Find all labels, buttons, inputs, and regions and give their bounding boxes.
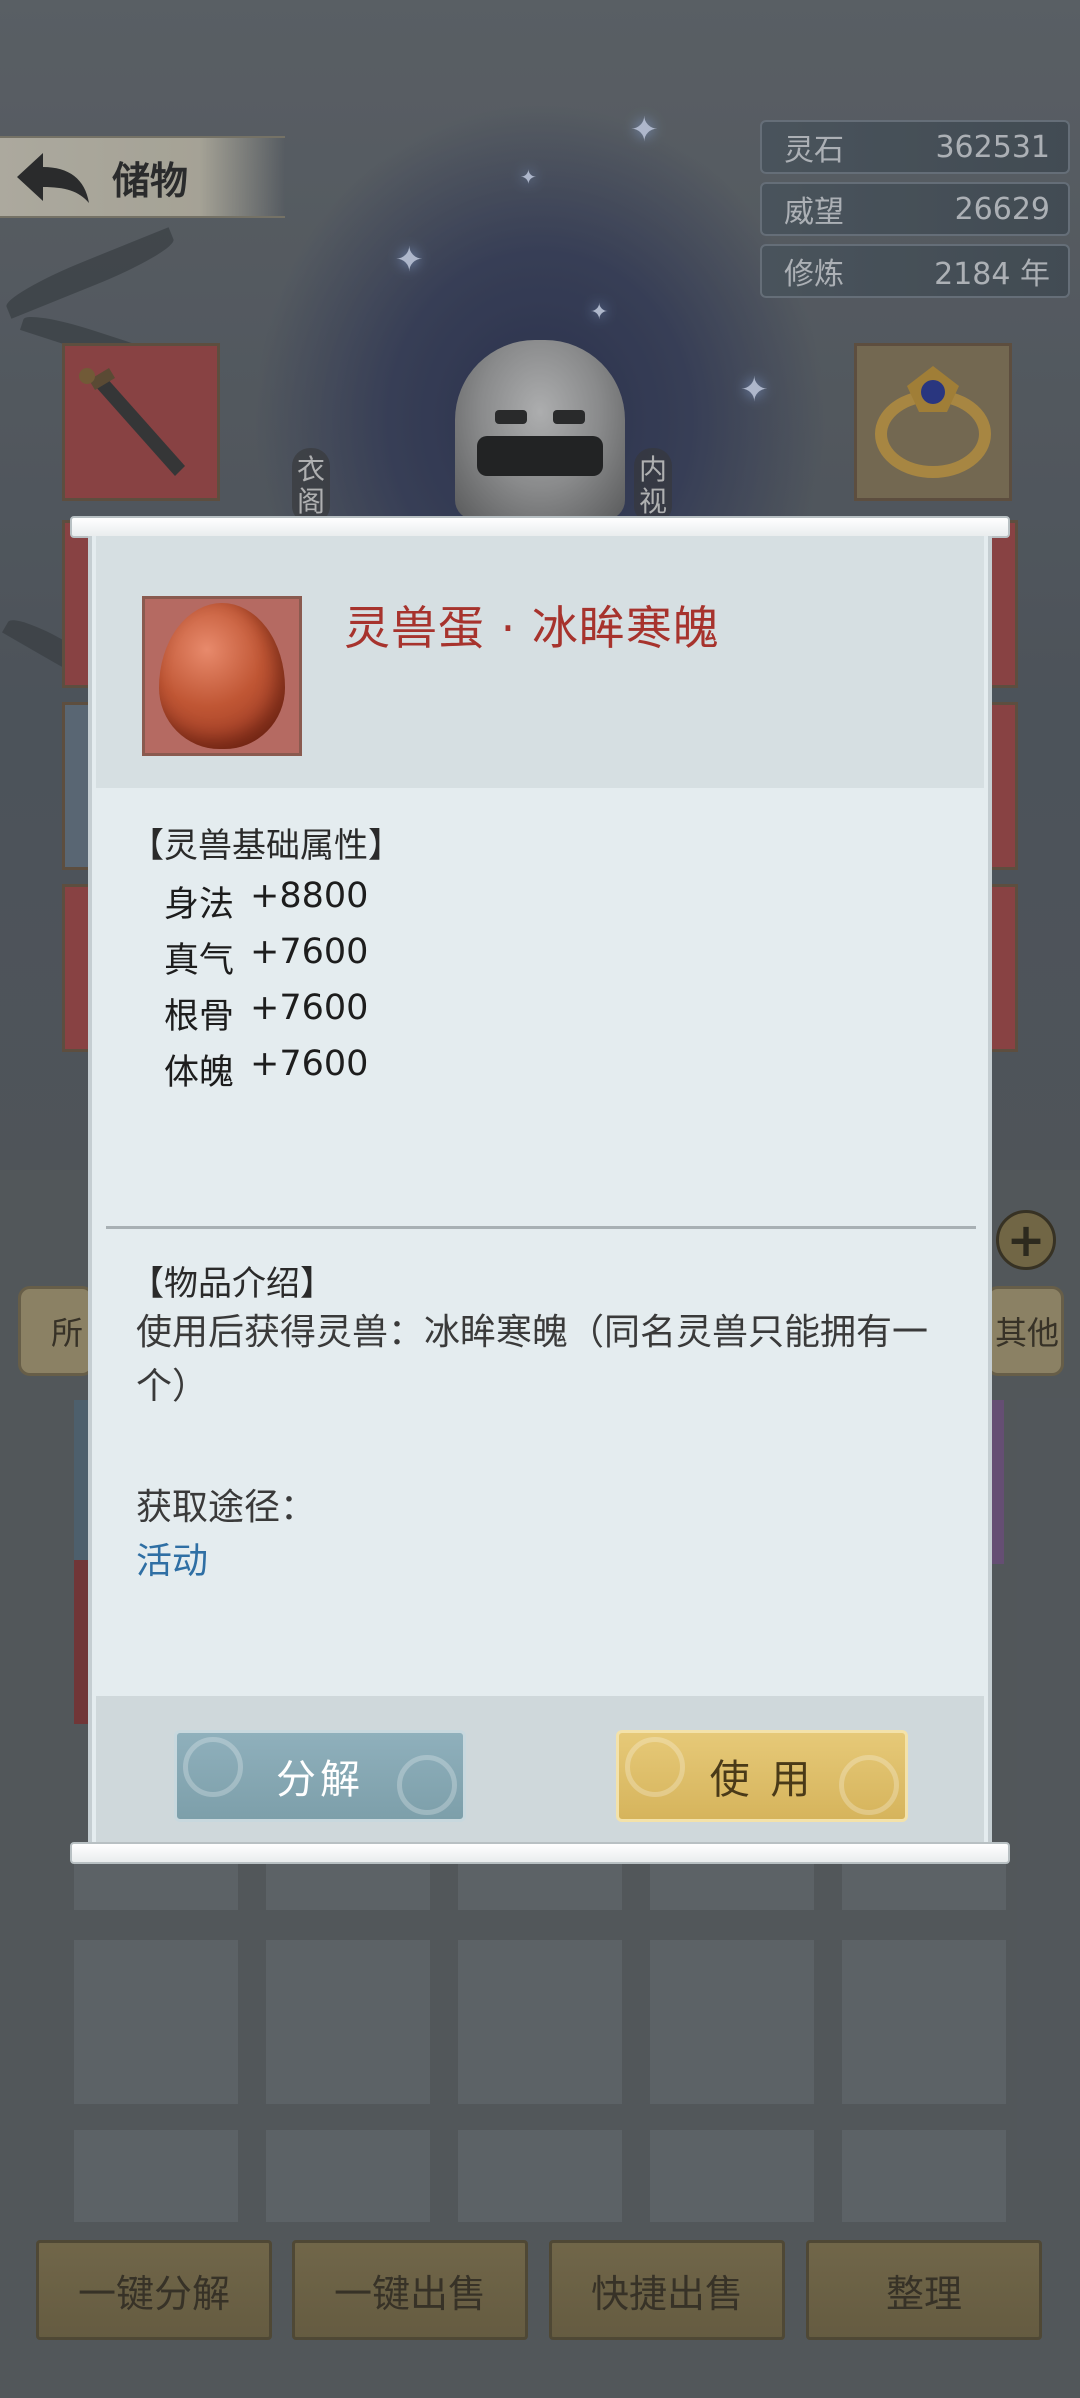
attribute-value: +7600	[250, 1044, 369, 1084]
attribute-name: 身法	[164, 885, 235, 925]
decompose-label: 分解	[276, 1757, 364, 1803]
attribute-row: 体魄 +7600	[164, 1044, 368, 1095]
source-label: 获取途径：	[136, 1487, 317, 1528]
decompose-button[interactable]: 分解	[174, 1730, 466, 1822]
spirit-beast-egg-icon	[159, 603, 285, 749]
item-detail-popup: 灵兽蛋 · 冰眸寒魄 【灵兽基础属性】 身法 +8800 真气 +7600 根骨…	[88, 536, 992, 1846]
scroll-bottom-rod	[70, 1842, 1010, 1864]
source-link-activity[interactable]: 活动	[136, 1532, 208, 1584]
attribute-value: +8800	[250, 876, 369, 916]
attribute-row: 根骨 +7600	[164, 988, 368, 1039]
item-description: 使用后获得灵兽：冰眸寒魄（同名灵兽只能拥有一个）	[136, 1312, 929, 1407]
cloud-ornament-icon	[625, 1737, 685, 1797]
section-divider	[106, 1226, 976, 1229]
use-button[interactable]: 使 用	[616, 1730, 908, 1822]
item-name: 灵兽蛋 · 冰眸寒魄	[344, 601, 720, 655]
attribute-row: 身法 +8800	[164, 876, 368, 927]
use-label: 使 用	[709, 1757, 815, 1803]
attribute-name: 体魄	[164, 1053, 235, 1093]
cloud-ornament-icon	[183, 1737, 243, 1797]
cloud-ornament-icon	[839, 1755, 899, 1815]
attribute-name: 真气	[164, 941, 235, 981]
item-icon	[142, 596, 302, 756]
attribute-row: 真气 +7600	[164, 932, 368, 983]
attribute-section-title: 【灵兽基础属性】	[130, 826, 402, 866]
popup-actions: 分解 使 用	[96, 1696, 984, 1846]
attribute-value: +7600	[250, 932, 369, 972]
item-header: 灵兽蛋 · 冰眸寒魄	[96, 536, 984, 788]
intro-section-title: 【物品介绍】	[130, 1264, 334, 1304]
attribute-name: 根骨	[164, 997, 235, 1037]
attribute-value: +7600	[250, 988, 369, 1028]
scroll-top-rod	[70, 516, 1010, 538]
cloud-ornament-icon	[397, 1755, 457, 1815]
